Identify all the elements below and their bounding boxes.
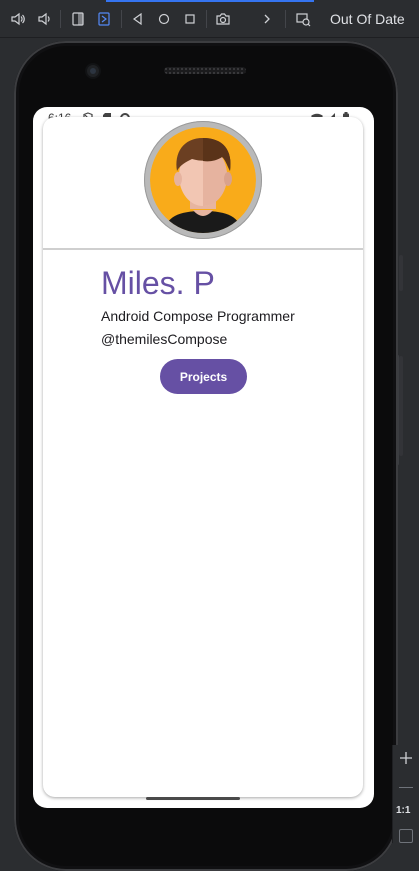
zoom-out-icon[interactable] [399,787,413,788]
earpiece-speaker [164,67,246,74]
overview-icon[interactable] [180,9,200,29]
power-button [399,255,403,291]
toolbar-active-indicator [106,0,314,2]
avatar-illustration [150,127,256,233]
zoom-in-icon[interactable] [399,751,413,765]
rotate-right-icon[interactable] [94,9,114,29]
profile-role: Android Compose Programmer [101,308,295,324]
volume-down-icon[interactable] [34,9,54,29]
avatar [144,121,262,239]
out-of-date-label[interactable]: Out Of Date [330,11,405,27]
volume-up-icon[interactable] [8,9,28,29]
device-screen: 6:16 [33,107,374,808]
front-camera [87,65,99,77]
zoom-ratio-button[interactable]: 1:1 [396,805,410,816]
fit-screen-icon[interactable] [399,829,413,843]
volume-rocker [399,356,403,456]
back-icon[interactable] [128,9,148,29]
header-divider [43,248,363,250]
zoom-panel: 1:1 [392,745,419,843]
projects-button[interactable]: Projects [160,359,247,394]
emulator-toolbar: Out Of Date [0,0,419,38]
gesture-navigation-bar[interactable] [146,797,240,800]
home-icon[interactable] [154,9,174,29]
chevron-right-icon[interactable] [257,9,277,29]
profile-card: Miles. P Android Compose Programmer @the… [43,117,363,797]
profile-handle: @themilesCompose [101,331,228,347]
profile-name: Miles. P [101,265,215,301]
rotate-left-icon[interactable] [68,9,88,29]
camera-icon[interactable] [213,9,233,29]
screen-record-icon[interactable] [293,9,313,29]
